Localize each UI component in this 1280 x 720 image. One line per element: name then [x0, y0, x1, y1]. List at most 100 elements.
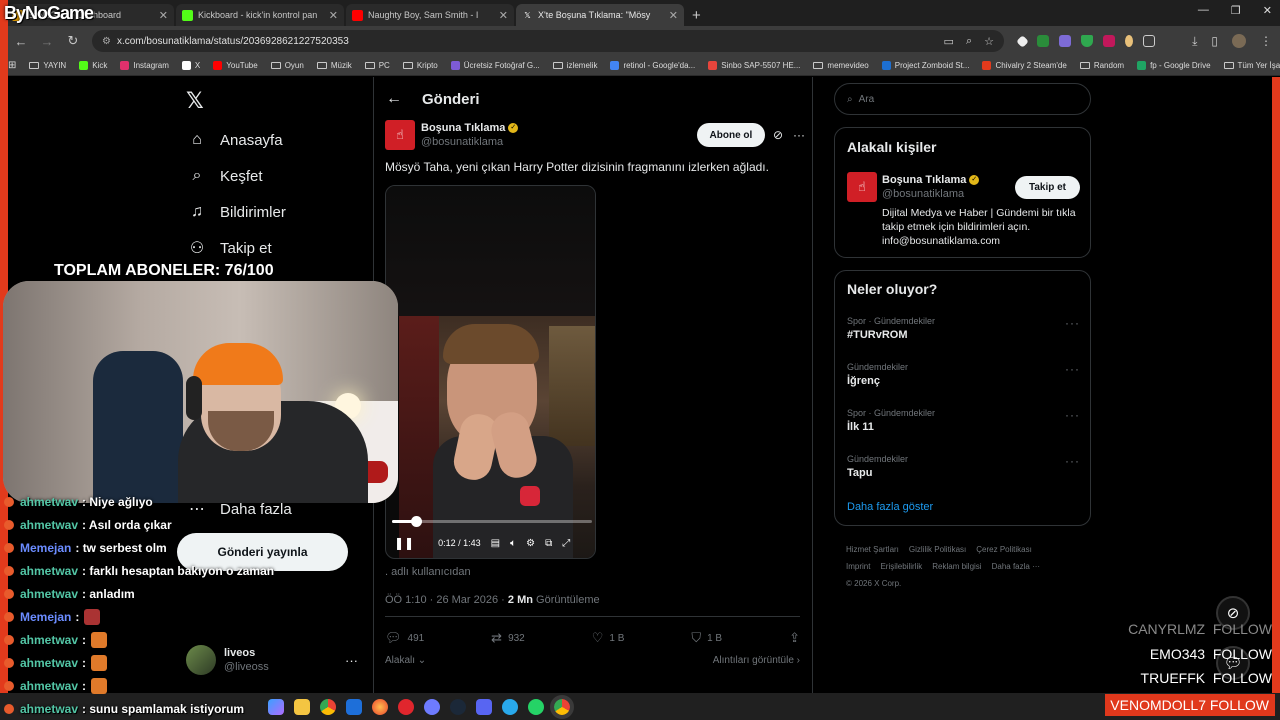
chrome-active-icon[interactable] — [550, 694, 574, 719]
bookmark-button[interactable]: ⛉ 1 B — [691, 630, 722, 646]
video-player[interactable]: ❚❚ 0:12 / 1:43 ▤ 🔈︎ ⚙ ⧉ ⤢ — [385, 185, 596, 559]
browser-tab-active[interactable]: 𝕏 X'te Boşuna Tıklama: "Mösy ✕ — [516, 4, 684, 26]
chrome-icon[interactable] — [320, 698, 336, 715]
settings-gear-icon[interactable]: ⚙ — [526, 538, 535, 549]
whatsapp-icon[interactable] — [528, 698, 544, 715]
pip-icon[interactable]: ⧉ — [545, 538, 552, 549]
repost-button[interactable]: ⇄ 932 — [491, 630, 525, 646]
reply-button[interactable]: 💬︎ 491 — [385, 630, 424, 646]
subscribe-button[interactable]: Abone ol — [696, 123, 765, 147]
browser-tab[interactable]: Naughty Boy, Sam Smith - I ✕ — [346, 4, 514, 26]
related-sort-button[interactable]: Alakalı ⌄ — [385, 655, 426, 666]
person-avatar[interactable]: ☝ — [847, 172, 877, 202]
extension-icon[interactable] — [1037, 35, 1049, 47]
shield-icon[interactable] — [1081, 35, 1093, 47]
back-arrow-icon[interactable]: ← — [386, 90, 402, 108]
bookmark-item[interactable]: Project Zomboid St... — [881, 61, 969, 70]
apps-icon[interactable]: ⊞ — [8, 60, 16, 71]
extension-icon[interactable] — [1103, 35, 1115, 47]
captions-icon[interactable]: ▤ — [491, 538, 500, 549]
opera-icon[interactable] — [398, 698, 414, 715]
video-progress-knob[interactable] — [411, 516, 422, 527]
bookmark-item[interactable]: PC — [364, 61, 390, 70]
all-bookmarks-button[interactable]: Tüm Yer İşaretleri — [1223, 61, 1280, 70]
bookmark-item[interactable]: YouTube — [213, 61, 258, 70]
author-avatar[interactable]: ☝ — [385, 120, 415, 150]
footer-link[interactable]: Çerez Politikası — [976, 545, 1032, 554]
telegram-icon[interactable] — [502, 698, 518, 715]
trend-item[interactable]: Gündemdekiler Tapu ··· — [847, 454, 1080, 500]
extension-icon[interactable] — [1059, 35, 1071, 47]
grok-icon[interactable]: ⊘ — [773, 128, 783, 142]
trend-item[interactable]: Gündemdekiler İğrenç ··· — [847, 362, 1080, 408]
person-name[interactable]: Boşuna Tıklama — [882, 174, 966, 186]
bookmark-item[interactable]: Ücretsiz Fotoğraf G... — [450, 61, 540, 70]
puzzle-icon[interactable] — [1143, 35, 1155, 47]
install-icon[interactable]: ▭ — [944, 35, 954, 48]
share-button[interactable]: ⇪ — [789, 630, 800, 646]
show-more-link[interactable]: Daha fazla göster — [847, 501, 933, 513]
nav-item-3[interactable]: ⚇ Takip et — [186, 230, 286, 266]
nav-item-0[interactable]: ⌂ Anasayfa — [186, 122, 286, 158]
x-logo[interactable]: 𝕏 — [186, 88, 204, 114]
more-options-icon[interactable]: ··· — [1065, 408, 1080, 454]
close-icon[interactable]: ✕ — [669, 9, 678, 22]
bookmark-item[interactable]: Kripto — [402, 61, 438, 70]
forward-icon[interactable]: → — [34, 34, 60, 49]
discord-icon[interactable] — [476, 698, 492, 715]
bookmark-item[interactable]: X — [181, 61, 200, 70]
browser-tab[interactable]: Kickboard - kick'in kontrol pan ✕ — [176, 4, 344, 26]
site-info-icon[interactable]: ⚙ — [102, 36, 111, 47]
close-icon[interactable]: ✕ — [329, 9, 338, 22]
profile-avatar[interactable] — [1232, 34, 1246, 48]
volume-icon[interactable]: 🔈︎ — [510, 538, 516, 549]
footer-link[interactable]: Erişilebilirlik — [880, 562, 922, 571]
follow-button[interactable]: Takip et — [1015, 176, 1080, 199]
bookmark-item[interactable]: izlemelik — [552, 61, 597, 70]
sidepanel-icon[interactable]: ▯ — [1211, 34, 1218, 48]
minimize-icon[interactable]: — — [1198, 4, 1209, 17]
bookmark-item[interactable]: Sinbo SAP-5507 HE... — [708, 61, 800, 70]
trend-item[interactable]: Spor · Gündemdekiler İlk 11 ··· — [847, 408, 1080, 454]
bookmark-star-icon[interactable]: ☆ — [984, 35, 994, 48]
folder-icon[interactable] — [294, 698, 310, 715]
zoom-icon[interactable]: ⌕ — [966, 35, 972, 48]
steam-icon[interactable] — [450, 698, 466, 715]
more-options-icon[interactable]: ··· — [1065, 362, 1080, 408]
trend-item[interactable]: Spor · Gündemdekiler #TURvROM ··· — [847, 316, 1080, 362]
pause-icon[interactable]: ❚❚ — [394, 536, 414, 550]
more-options-icon[interactable]: ··· — [1065, 316, 1080, 362]
bookmark-item[interactable]: Random — [1079, 61, 1124, 70]
source-note[interactable]: . adlı kullanıcıdan — [385, 566, 471, 578]
download-icon[interactable]: ⤓ — [1192, 34, 1197, 49]
close-icon[interactable]: ✕ — [499, 9, 508, 22]
bookmark-item[interactable]: Kick — [79, 61, 107, 70]
video-progress-track[interactable] — [392, 516, 592, 527]
footer-link[interactable]: Hizmet Şartları — [846, 545, 899, 554]
url-bar[interactable]: ⚙ x.com/bosunatiklama/status/20369286212… — [92, 30, 1004, 52]
menu-icon[interactable]: ⋮ — [1260, 34, 1272, 48]
close-icon[interactable]: ✕ — [159, 9, 168, 22]
like-button[interactable]: ♡ 1 B — [592, 630, 625, 646]
bookmark-item[interactable]: fp - Google Drive — [1137, 61, 1211, 70]
bookmark-item[interactable]: retinol - Google'da... — [610, 61, 695, 70]
search-input[interactable]: ⌕ Ara — [834, 83, 1091, 115]
close-window-icon[interactable]: ✕ — [1263, 4, 1272, 17]
new-tab-icon[interactable]: + — [692, 4, 701, 26]
extension-icon[interactable] — [1016, 34, 1029, 48]
nav-item-2[interactable]: ♫ Bildirimler — [186, 194, 286, 230]
bookmark-item[interactable]: YAYIN — [29, 61, 66, 70]
nav-item-1[interactable]: ⌕ Keşfet — [186, 158, 286, 194]
extension-icon[interactable] — [1125, 35, 1133, 47]
timestamp-text[interactable]: ÖÖ 1:10 · 26 Mar 2026 · — [385, 594, 505, 606]
author-name[interactable]: Boşuna Tıklama — [421, 122, 505, 134]
fullscreen-icon[interactable]: ⤢ — [562, 538, 570, 549]
firefox-icon[interactable] — [372, 698, 388, 715]
reload-icon[interactable]: ↻ — [60, 33, 86, 49]
footer-link[interactable]: Reklam bilgisi — [932, 562, 981, 571]
maximize-icon[interactable]: ❐ — [1231, 4, 1241, 17]
more-options-icon[interactable]: ··· — [793, 128, 805, 142]
files-icon[interactable] — [268, 698, 284, 715]
footer-link[interactable]: Daha fazla ··· — [992, 562, 1040, 571]
app-icon[interactable] — [424, 698, 440, 715]
